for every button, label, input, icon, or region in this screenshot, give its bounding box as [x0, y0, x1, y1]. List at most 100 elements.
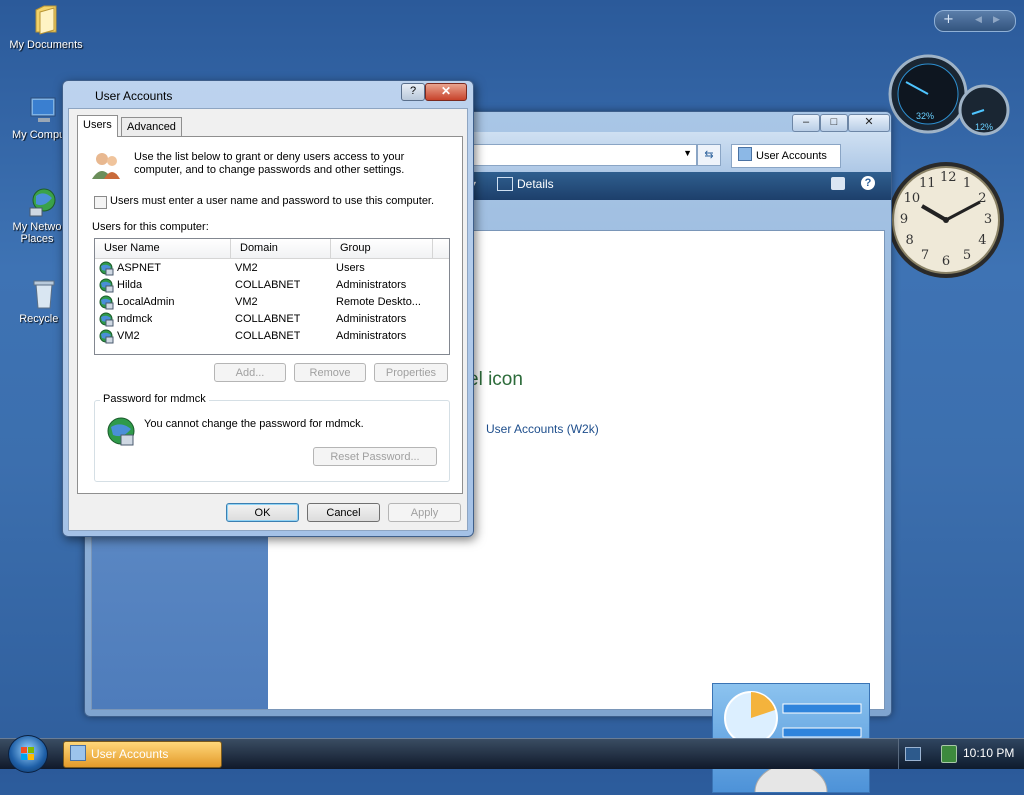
- clock-numeral: 3: [983, 212, 993, 227]
- clock-numeral: 7: [920, 248, 930, 264]
- minimize-button[interactable]: –: [792, 114, 820, 132]
- must-login-label: Users must enter a user name and passwor…: [110, 195, 435, 207]
- search-box[interactable]: User Accounts: [731, 144, 841, 168]
- dropdown-arrow-icon[interactable]: ▼: [683, 148, 692, 158]
- add-gadget-icon[interactable]: +: [943, 12, 954, 27]
- cell-domain: VM2: [235, 296, 258, 308]
- apply-button[interactable]: Apply: [388, 503, 461, 522]
- clock-numeral: 11: [919, 175, 936, 191]
- network-icon: [28, 186, 60, 218]
- heading-fragment: el icon: [468, 369, 523, 390]
- computer-icon: [28, 94, 60, 126]
- users-tab-panel: Use the list below to grant or deny user…: [77, 136, 463, 494]
- desktop-icon-label-line2: Places: [20, 233, 54, 245]
- user-globe-icon: [105, 415, 137, 447]
- tab-advanced[interactable]: Advanced: [121, 117, 182, 137]
- must-login-checkbox[interactable]: [94, 196, 107, 209]
- user-icon: [99, 278, 114, 293]
- users-icon: [90, 149, 122, 181]
- help-icon[interactable]: ?: [861, 176, 875, 190]
- taskbar: User Accounts 10:10 PM: [0, 735, 1024, 773]
- clock[interactable]: 10:10 PM: [963, 746, 1014, 760]
- previous-icon[interactable]: ◀: [975, 15, 982, 25]
- cell-domain: COLLABNET: [235, 279, 301, 291]
- column-domain[interactable]: Domain: [231, 239, 331, 258]
- cell-name: LocalAdmin: [117, 296, 175, 308]
- cell-group: Administrators: [336, 313, 407, 325]
- memory-value: 12%: [975, 122, 994, 132]
- cancel-button[interactable]: Cancel: [307, 503, 380, 522]
- taskbar-item-user-accounts[interactable]: User Accounts: [63, 741, 222, 768]
- details-button[interactable]: Details: [517, 177, 554, 191]
- next-icon[interactable]: ▶: [993, 15, 1000, 25]
- desktop-icon-my-computer[interactable]: My Compu: [4, 94, 70, 141]
- password-group-label: Password for mdmck: [100, 393, 209, 405]
- details-view-icon: [497, 177, 513, 191]
- list-header: User Name Domain Group: [95, 239, 449, 259]
- cell-name: ASPNET: [117, 262, 162, 274]
- close-button[interactable]: ✕: [848, 114, 890, 132]
- recycle-bin-icon: [28, 278, 60, 310]
- gadget-sidebar-controls[interactable]: + ◀ ▶: [934, 10, 1016, 32]
- intro-text: Use the list below to grant or deny user…: [134, 151, 405, 176]
- system-tray: 10:10 PM: [898, 739, 1024, 769]
- desktop-icon-label: My Documents: [9, 39, 83, 51]
- user-accounts-w2k-link[interactable]: User Accounts (W2k): [486, 422, 599, 436]
- cell-domain: COLLABNET: [235, 313, 301, 325]
- clock-numeral: 4: [978, 233, 987, 248]
- column-user-name[interactable]: User Name: [95, 239, 231, 258]
- user-accounts-icon: [738, 147, 752, 161]
- start-button[interactable]: [8, 735, 48, 773]
- cell-group: Administrators: [336, 279, 407, 291]
- folder-icon: [30, 4, 62, 36]
- table-row[interactable]: mdmck COLLABNET Administrators: [95, 311, 449, 328]
- reset-password-button[interactable]: Reset Password...: [313, 447, 437, 466]
- user-icon: [99, 329, 114, 344]
- cell-name: VM2: [117, 330, 140, 342]
- properties-button[interactable]: Properties: [374, 363, 448, 382]
- clock-numeral: 10: [903, 191, 921, 206]
- clock-numeral: 8: [905, 233, 914, 248]
- dialog-body: Users Advanced Use the list below to gra…: [68, 108, 468, 531]
- cpu-meter-gadget[interactable]: 32% 12%: [886, 54, 1014, 138]
- tab-users[interactable]: Users: [77, 115, 118, 137]
- table-row[interactable]: Hilda COLLABNET Administrators: [95, 277, 449, 294]
- desktop-icon-label: Recycle B: [19, 313, 69, 325]
- desktop-icon-recycle-bin[interactable]: Recycle B: [4, 278, 70, 325]
- windows-logo-icon: [21, 747, 34, 760]
- password-text: You cannot change the password for mdmck…: [144, 418, 364, 430]
- ok-button[interactable]: OK: [226, 503, 299, 522]
- users-list[interactable]: User Name Domain Group ASPNET VM2 Users Hil…: [94, 238, 450, 355]
- cell-group: Administrators: [336, 330, 407, 342]
- desktop-icon-label: My Compu: [12, 129, 66, 141]
- refresh-icon[interactable]: ⇆: [697, 144, 721, 166]
- cpu-value: 32%: [916, 111, 935, 121]
- user-accounts-icon: [70, 745, 86, 761]
- clock-numeral: 12: [940, 170, 957, 185]
- close-button[interactable]: ✕: [425, 83, 467, 101]
- remove-button[interactable]: Remove: [294, 363, 366, 382]
- security-shield-icon[interactable]: [941, 745, 957, 763]
- user-icon: [99, 295, 114, 310]
- cell-domain: COLLABNET: [235, 330, 301, 342]
- table-row[interactable]: VM2 COLLABNET Administrators: [95, 328, 449, 345]
- cell-name: mdmck: [117, 313, 153, 325]
- users-list-label: Users for this computer:: [92, 221, 209, 233]
- taskbar-item-label: User Accounts: [91, 747, 169, 761]
- clock-numeral: 5: [962, 248, 972, 264]
- print-icon[interactable]: [831, 177, 845, 190]
- table-row[interactable]: LocalAdmin VM2 Remote Deskto...: [95, 294, 449, 311]
- keyboard-icon[interactable]: [905, 747, 921, 761]
- column-group[interactable]: Group: [331, 239, 433, 258]
- user-accounts-dialog[interactable]: User Accounts ? ✕ Users Advanced Use the…: [62, 80, 474, 537]
- table-row[interactable]: ASPNET VM2 Users: [95, 260, 449, 277]
- desktop-icon-my-documents[interactable]: My Documents: [6, 4, 86, 51]
- user-icon: [99, 261, 114, 276]
- clock-gadget[interactable]: 12 1 2 3 4 5 6 7 8 9 10 11: [888, 158, 1012, 282]
- maximize-button[interactable]: □: [820, 114, 848, 132]
- dialog-title: User Accounts: [95, 89, 173, 103]
- help-button[interactable]: ?: [401, 83, 425, 101]
- clock-numeral: 1: [962, 175, 972, 191]
- add-button[interactable]: Add...: [214, 363, 286, 382]
- desktop-icon-network[interactable]: My Netwo Places: [4, 186, 70, 245]
